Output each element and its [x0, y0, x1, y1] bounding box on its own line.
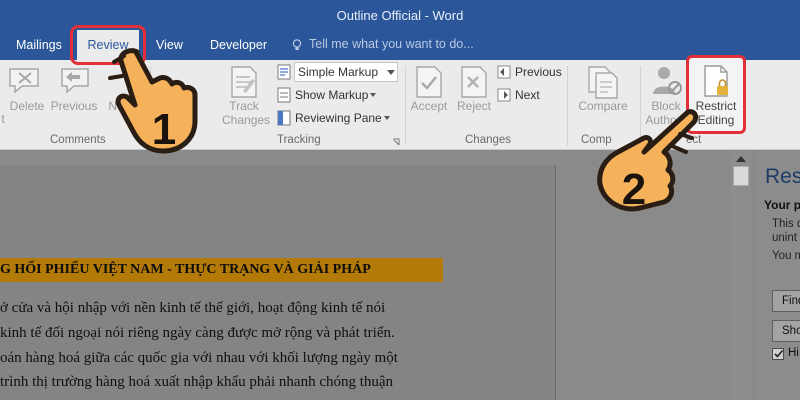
show-markup-button[interactable]: Show Markup [295, 88, 368, 102]
delete-comment-icon [9, 68, 39, 94]
track-changes-line1: Track [229, 99, 259, 113]
tracking-group-label: Tracking [277, 134, 321, 146]
step-2-number: 2 [622, 165, 646, 214]
show-button[interactable]: Sho [772, 320, 800, 342]
pane-title: Rest [765, 165, 800, 188]
reject-button[interactable]: Reject [452, 99, 496, 113]
next-change-button[interactable]: Next [515, 88, 540, 102]
next-change-icon [497, 88, 511, 102]
track-changes-button[interactable]: Track Changes [222, 99, 270, 127]
accept-button[interactable]: Accept [407, 99, 451, 113]
pointing-hand-icon: 1 [108, 48, 198, 154]
tell-me-search[interactable]: Tell me what you want to do... [309, 37, 474, 51]
pane-text-line: You m [772, 250, 800, 262]
window-title: Outline Official - Word [336, 8, 464, 23]
pane-heading: Your p [764, 198, 800, 212]
accept-icon [416, 66, 442, 98]
new-comment-label: t [1, 112, 5, 126]
changes-group-label: Changes [465, 134, 512, 146]
find-button[interactable]: Find [772, 290, 800, 312]
pane-text-line: unint [772, 232, 797, 244]
pointing-hand-icon: 2 [597, 109, 699, 214]
scrollbar-thumb[interactable] [733, 166, 749, 186]
step-1-number: 1 [152, 105, 176, 154]
previous-comment-button[interactable]: Previous [48, 99, 100, 113]
ribbon-separator [405, 66, 406, 146]
compare-icon [588, 66, 618, 99]
document-heading: G HỐI PHIẾU VIỆT NAM - THỰC TRẠNG VÀ GIẢ… [0, 262, 371, 277]
lightbulb-icon [292, 39, 302, 50]
tab-mailings[interactable]: Mailings [16, 38, 62, 52]
dialog-launcher-icon[interactable] [392, 138, 400, 146]
pane-text-line: This d [772, 218, 800, 230]
scroll-up-arrow-icon[interactable] [736, 156, 746, 162]
document-line: ở cửa và hội nhập với nền kinh tế thế gi… [0, 300, 386, 316]
ribbon-separator [567, 66, 568, 146]
track-changes-line2: Changes [222, 113, 271, 127]
track-changes-icon [231, 66, 257, 98]
document-line: kinh tế đối ngoại nói riêng ngày càng đư… [0, 325, 395, 341]
reviewing-pane-button[interactable]: Reviewing Pane [295, 111, 382, 125]
markup-dropdown-value: Simple Markup [298, 65, 379, 79]
tab-developer[interactable]: Developer [210, 38, 267, 52]
markup-icon [277, 64, 291, 80]
chevron-down-icon [370, 93, 376, 97]
chevron-down-icon [387, 70, 395, 75]
reject-icon [461, 66, 487, 98]
comments-group-label: Comments [50, 134, 106, 146]
chevron-down-icon [384, 116, 390, 120]
previous-comment-icon [61, 68, 89, 94]
vertical-scrollbar[interactable] [731, 150, 751, 400]
show-markup-icon [277, 87, 291, 103]
highlight-checkbox-label: Hi [788, 347, 799, 359]
delete-comment-button[interactable]: Delete [4, 99, 50, 113]
document-line: oán hàng hoá giữa các quốc gia với nhau … [0, 350, 398, 366]
checkmark-icon [774, 349, 784, 358]
document-line: trình thị trường hàng hoá xuất nhập khẩu… [0, 374, 394, 390]
previous-change-icon [497, 65, 511, 79]
block-authors-icon [653, 67, 682, 95]
previous-change-button[interactable]: Previous [515, 65, 562, 79]
reviewing-pane-icon [277, 110, 291, 126]
